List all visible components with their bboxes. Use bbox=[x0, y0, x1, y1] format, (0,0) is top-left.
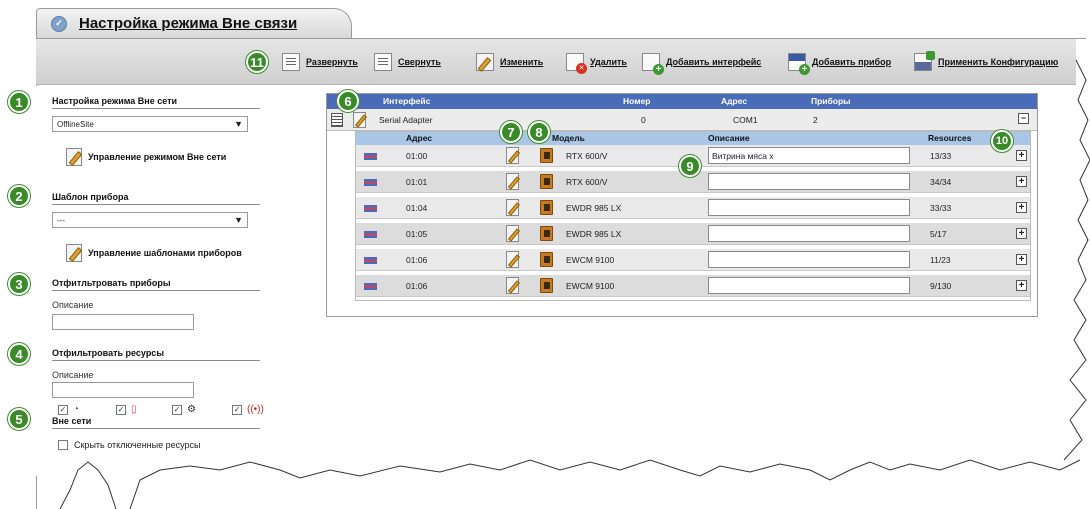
torn-edge-decoration bbox=[59, 59, 1090, 509]
